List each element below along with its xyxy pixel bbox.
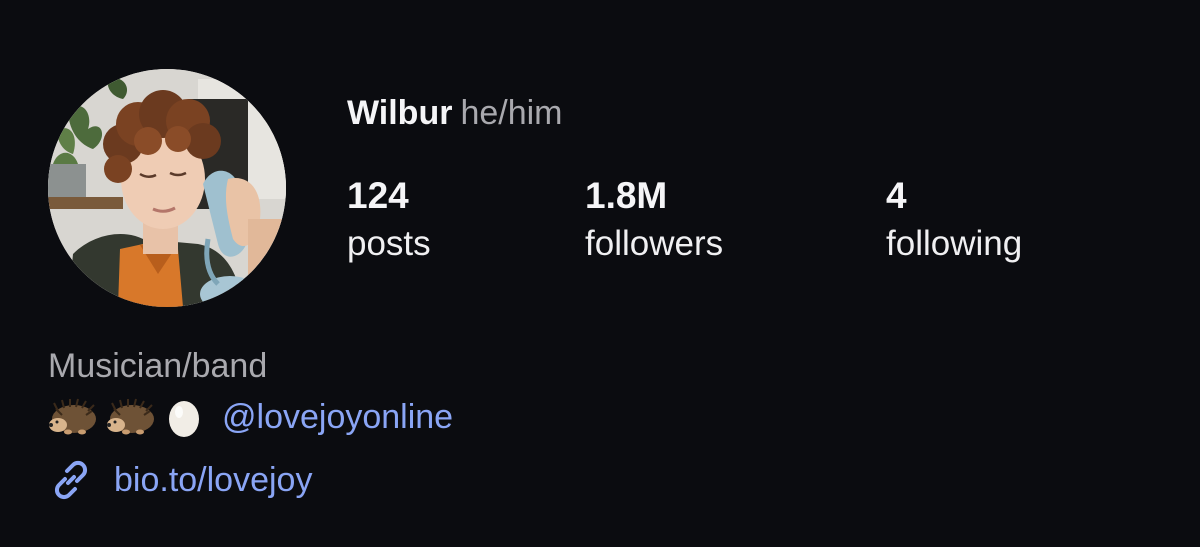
- stat-followers[interactable]: 1.8M followers: [585, 174, 723, 266]
- bio-line: @lovejoyonline: [48, 394, 453, 440]
- profile-category: Musician/band: [48, 347, 268, 385]
- followers-count: 1.8M: [585, 175, 668, 216]
- profile-photo: [48, 69, 286, 307]
- link-icon: [48, 457, 94, 503]
- egg-icon: [164, 397, 204, 437]
- avatar[interactable]: [48, 69, 286, 307]
- profile-header: Wilbur he/him 124 posts 1.8M followers 4 …: [0, 0, 1200, 547]
- mention-link[interactable]: @lovejoyonline: [222, 396, 453, 438]
- posts-label: posts: [347, 224, 431, 263]
- display-name: Wilbur: [347, 94, 453, 132]
- stat-posts[interactable]: 124 posts: [347, 174, 431, 266]
- stat-following[interactable]: 4 following: [886, 174, 1022, 266]
- external-link[interactable]: bio.to/lovejoy: [48, 457, 312, 503]
- pronouns: he/him: [460, 94, 563, 132]
- posts-count: 124: [347, 175, 409, 216]
- link-text: bio.to/lovejoy: [114, 461, 313, 499]
- hedgehog-icon: [106, 397, 158, 437]
- hedgehog-icon: [48, 397, 100, 437]
- followers-label: followers: [585, 224, 724, 263]
- name-row: Wilbur he/him: [347, 93, 563, 133]
- following-label: following: [886, 224, 1023, 263]
- following-count: 4: [886, 175, 907, 216]
